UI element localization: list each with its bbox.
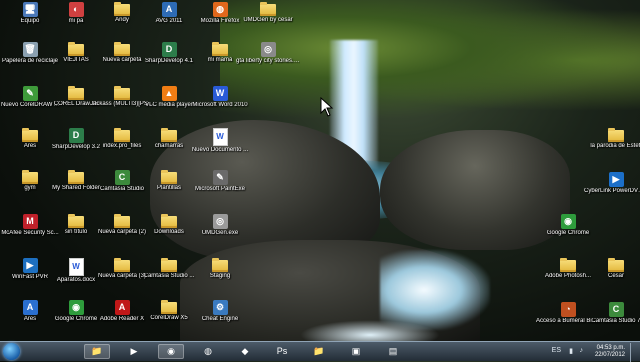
folder-icon (212, 258, 228, 272)
folder-icon (161, 258, 177, 272)
desktop-icon-label: Adobe Photosh... (544, 273, 592, 279)
app-icon: A (114, 300, 130, 315)
folder-icon (161, 128, 177, 142)
app-icon: C (114, 170, 130, 185)
start-button[interactable] (3, 343, 20, 360)
tb-firefox-button[interactable]: ◍ (195, 344, 221, 359)
folder-icon (22, 128, 38, 142)
show-desktop-button[interactable] (630, 343, 637, 362)
language-indicator[interactable]: ES (552, 347, 561, 354)
desktop-icon[interactable]: UMDGen by cesar (236, 2, 300, 46)
folder-icon (114, 258, 130, 272)
desktop-icon-label: Microsoft Word 2010 (192, 102, 248, 108)
folder-icon (68, 86, 84, 100)
desktop-icon[interactable]: ▶CyberLink PowerDVD 10 (584, 172, 640, 216)
app-icon: W (212, 86, 228, 101)
desktop-icon-label: la parodia de Estefi (590, 143, 640, 149)
app-icon: 🖥 (22, 2, 38, 17)
desktop-icon-label: UMDGen.exe (201, 230, 239, 236)
desktop-icon[interactable]: W Microsoft Word 2010 (188, 86, 252, 130)
folder-icon (608, 128, 624, 142)
app-icon: ✎ (212, 170, 228, 185)
folder-icon (560, 258, 576, 272)
document-icon: W (212, 128, 228, 146)
taskbar: 📁 ▶ ◉ ◍ ◆ Ps 📁 ▣ ▤ ES ▮ ♪ 04:53 p.m. 22/07/2012 (0, 341, 640, 362)
desktop-icon[interactable]: ◔Acceso a Bumeral Bioscan... (536, 302, 600, 341)
desktop-icon[interactable]: Adobe Photosh... (536, 258, 600, 302)
clock-date: 22/07/2012 (594, 352, 625, 358)
clock[interactable]: 04:53 p.m. 22/07/2012 (595, 345, 625, 359)
desktop-icon-label: Acceso a Bumeral Bioscan... (536, 318, 600, 324)
tb-mcafee-button[interactable]: ◆ (232, 344, 258, 359)
desktop-icon[interactable]: ⚙ Cheat Engine (188, 300, 252, 341)
app-icon: ◐ (68, 2, 84, 17)
document-icon: W (68, 258, 84, 276)
folder-icon (22, 170, 38, 184)
folder-icon (68, 42, 84, 56)
desktop-icon-label: Google Chrome (546, 230, 590, 236)
app-icon: A (22, 300, 38, 315)
wallpaper-stream (380, 250, 490, 330)
volume-icon[interactable]: ♪ (580, 347, 584, 354)
wallpaper-stream (300, 320, 440, 341)
desktop-icon[interactable]: ✎ Microsoft PaintExe (188, 170, 252, 214)
app-icon: D (68, 128, 84, 143)
folder-icon (68, 170, 84, 184)
tb-explorer2-button[interactable]: 📁 (306, 344, 332, 359)
tb-explorer-button[interactable]: 📁 (84, 344, 110, 359)
desktop-icon-label: Microsoft PaintExe (194, 186, 246, 192)
desktop-icon-label: Cheat Engine (201, 316, 239, 322)
desktop-icon-label: gta liberty city stories.iso (236, 58, 300, 64)
folder-icon (114, 86, 130, 100)
folder-icon (68, 214, 84, 228)
app-icon: ✎ (22, 86, 38, 101)
desktop-icon[interactable]: Staging (188, 258, 252, 302)
folder-icon (161, 214, 177, 228)
app-icon: ◔ (560, 302, 576, 317)
folder-icon (114, 2, 130, 16)
tb-chrome-button[interactable]: ◉ (158, 344, 184, 359)
folder-icon (114, 214, 130, 228)
app-icon: D (161, 42, 177, 57)
app-icon: ◍ (212, 2, 228, 17)
folder-icon (161, 170, 177, 184)
folder-icon (212, 42, 228, 56)
desktop-icon-label: Staging (209, 273, 231, 279)
desktop-icon-label: CyberLink PowerDVD 10 (584, 188, 640, 194)
clock-time: 04:53 p.m. (596, 345, 625, 351)
app-icon: ◎ (212, 214, 228, 229)
folder-icon (260, 2, 276, 16)
app-icon: C (608, 302, 624, 317)
tb-media-button[interactable]: ▶ (121, 344, 147, 359)
desktop-icon-label: UMDGen by cesar (243, 17, 293, 23)
app-icon: ◉ (560, 214, 576, 229)
app-icon: ▶ (608, 172, 624, 187)
desktop-icon[interactable]: ◎ gta liberty city stories.iso (236, 42, 300, 86)
desktop-icon[interactable]: W Nuevo Documento ... (188, 128, 252, 172)
folder-icon (608, 258, 624, 272)
tb-app9-button[interactable]: ▤ (380, 344, 406, 359)
app-icon: ◉ (68, 300, 84, 315)
folder-icon (114, 128, 130, 142)
app-icon: A (161, 2, 177, 17)
network-icon[interactable]: ▮ (569, 347, 573, 355)
desktop-icon[interactable]: ◎ UMDGen.exe (188, 214, 252, 258)
tb-photoshop-button[interactable]: Ps (269, 344, 295, 359)
folder-icon (114, 42, 130, 56)
app-icon: M (22, 214, 38, 229)
desktop-icon[interactable]: la parodia de Estefi (584, 128, 640, 172)
mouse-cursor-icon (320, 97, 334, 117)
app-icon: ▲ (161, 86, 177, 101)
desktop-icon-label: Nuevo Documento ... (191, 147, 249, 153)
app-icon: ◎ (260, 42, 276, 57)
app-icon: ⚙ (212, 300, 228, 315)
desktop: 🖥 Equipo 🗑 Papelera de reciclaje ✎ Nuevo Core… (0, 0, 640, 341)
app-icon: 🗑 (22, 42, 38, 57)
desktop-icon[interactable]: ◉ Google Chrome (536, 214, 600, 258)
app-icon: ▶ (22, 258, 38, 273)
tb-app8-button[interactable]: ▣ (343, 344, 369, 359)
folder-icon (161, 300, 177, 314)
